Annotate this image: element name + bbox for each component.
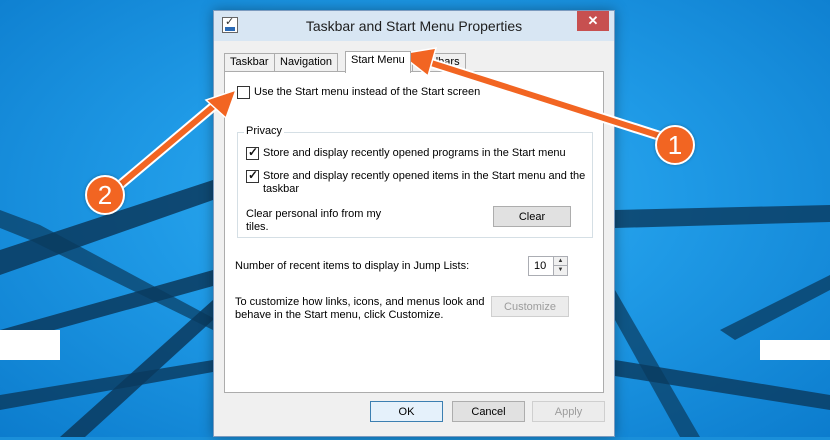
taskbar-properties-icon (222, 15, 238, 33)
store-programs-checkbox[interactable] (246, 145, 259, 160)
jump-lists-spinner[interactable]: 10 ▲ ▼ (528, 256, 568, 276)
start-menu-panel: Use the Start menu instead of the Start … (224, 71, 604, 393)
spin-up-icon[interactable]: ▲ (553, 257, 567, 266)
clear-info-line2: tiles. (246, 221, 269, 233)
jump-lists-label: Number of recent items to display in Jum… (235, 260, 470, 272)
use-start-menu-label: Use the Start menu instead of the Start … (254, 86, 481, 98)
apply-button[interactable]: Apply (532, 401, 605, 422)
title-bar[interactable]: Taskbar and Start Menu Properties ✕ (214, 11, 614, 41)
jump-lists-value[interactable]: 10 (534, 260, 546, 272)
properties-dialog: Taskbar and Start Menu Properties ✕ Task… (213, 10, 615, 437)
use-start-menu-checkbox[interactable] (237, 86, 250, 99)
customize-text-line1: To customize how links, icons, and menus… (235, 296, 485, 308)
store-items-checkbox[interactable] (246, 168, 259, 183)
privacy-group: Privacy Store and display recently opene… (237, 125, 593, 238)
store-programs-label: Store and display recently opened progra… (263, 147, 566, 159)
window-title: Taskbar and Start Menu Properties (305, 18, 523, 34)
tab-start-menu[interactable]: Start Menu (345, 51, 411, 73)
store-items-label-line1: Store and display recently opened items … (263, 170, 586, 182)
customize-button[interactable]: Customize (491, 296, 569, 317)
tab-taskbar[interactable]: Taskbar (224, 53, 275, 72)
close-button[interactable]: ✕ (577, 11, 609, 31)
tab-navigation[interactable]: Navigation (274, 53, 338, 72)
customize-text-line2: behave in the Start menu, click Customiz… (235, 309, 444, 321)
ok-button[interactable]: OK (370, 401, 443, 422)
store-items-label-line2: taskbar (263, 183, 300, 195)
clear-button[interactable]: Clear (493, 206, 571, 227)
spin-down-icon[interactable]: ▼ (553, 266, 567, 275)
privacy-title: Privacy (244, 125, 285, 137)
cancel-button[interactable]: Cancel (452, 401, 525, 422)
clear-info-line1: Clear personal info from my (246, 208, 382, 220)
tab-toolbars[interactable]: Toolbars (412, 53, 466, 72)
